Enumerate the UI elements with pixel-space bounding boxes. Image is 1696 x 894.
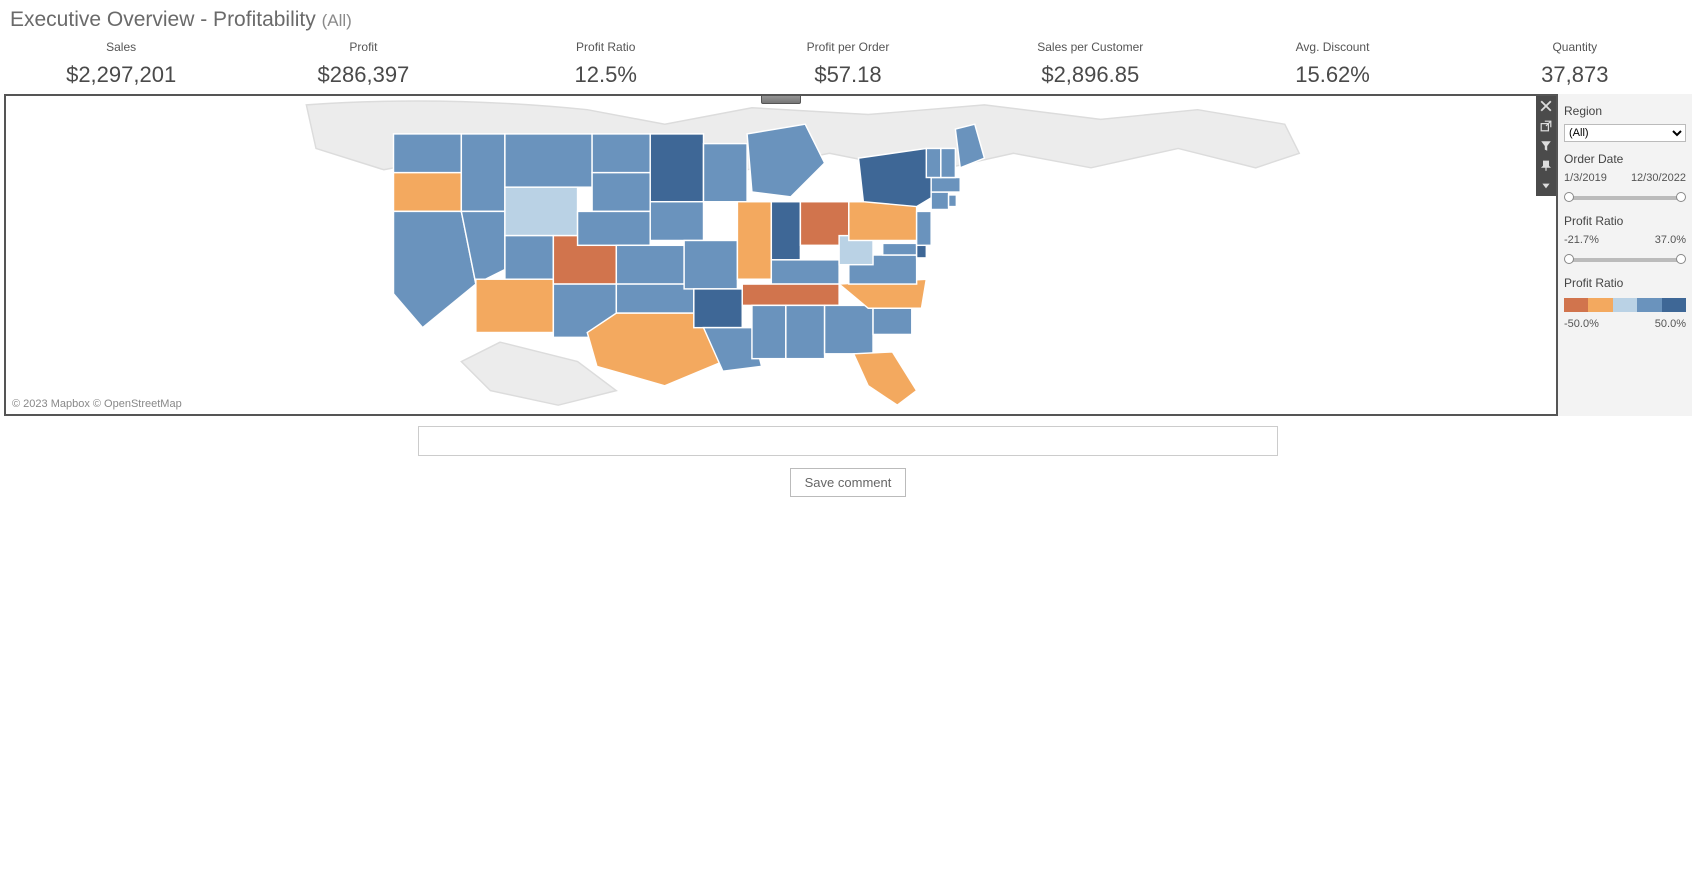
kpi-label: Profit Ratio [485,40,727,54]
state-ks [616,245,684,284]
region-select[interactable]: (All) [1564,124,1686,142]
state-pa [849,202,917,241]
state-ms [752,305,786,358]
map-attribution: © 2023 Mapbox © OpenStreetMap [12,398,182,410]
kpi-value: $2,896.85 [969,62,1211,88]
kpi-profit-ratio[interactable]: Profit Ratio 12.5% [485,40,727,88]
state-ky [771,260,839,284]
state-ga [825,305,873,353]
order-date-start: 1/3/2019 [1564,172,1607,184]
legend-max: 50.0% [1655,318,1686,330]
kpi-value: 15.62% [1211,62,1453,88]
profit-ratio-title: Profit Ratio [1564,214,1686,228]
state-ct [931,192,948,209]
slider-knob-left[interactable] [1564,254,1574,264]
state-ma [931,178,960,193]
state-id [461,134,505,212]
state-vt [926,148,941,177]
title-main: Executive Overview - Profitability [10,8,316,31]
state-fl [854,352,917,405]
state-il [737,202,771,280]
kpi-value: 12.5% [485,62,727,88]
legend-title: Profit Ratio [1564,276,1686,290]
state-sd [592,173,650,212]
state-in [771,202,800,260]
state-ca [394,211,476,327]
kpi-sales-per-customer[interactable]: Sales per Customer $2,896.85 [969,40,1211,88]
drag-handle[interactable] [761,94,801,104]
color-legend [1564,298,1686,312]
pin-icon[interactable] [1536,156,1556,176]
kpi-label: Sales [0,40,242,54]
save-comment-button[interactable]: Save comment [790,468,907,497]
us-map[interactable] [231,100,1331,410]
filter-icon[interactable] [1536,136,1556,156]
map-container[interactable]: © 2023 Mapbox © OpenStreetMap [4,94,1558,416]
order-date-title: Order Date [1564,152,1686,166]
kpi-avg-discount[interactable]: Avg. Discount 15.62% [1211,40,1453,88]
kpi-label: Avg. Discount [1211,40,1453,54]
map-toolbar [1536,96,1556,196]
state-nh [941,148,956,177]
state-mt [505,134,592,187]
slider-knob-left[interactable] [1564,192,1574,202]
kpi-quantity[interactable]: Quantity 37,873 [1454,40,1696,88]
filters-panel: Region (All) Order Date 1/3/2019 12/30/2… [1558,94,1692,416]
kpi-label: Profit per Order [727,40,969,54]
kpi-profit[interactable]: Profit $286,397 [242,40,484,88]
state-nd [592,134,650,173]
state-md [883,243,917,255]
state-mo [684,240,737,288]
state-al [786,305,825,358]
order-date-slider[interactable] [1568,196,1682,200]
kpi-value: $57.18 [727,62,969,88]
kpi-value: 37,873 [1454,62,1696,88]
open-external-icon[interactable] [1536,116,1556,136]
state-mn [650,134,703,202]
state-nj [917,211,932,245]
kpi-label: Quantity [1454,40,1696,54]
kpi-sales[interactable]: Sales $2,297,201 [0,40,242,88]
legend-min: -50.0% [1564,318,1599,330]
state-sc [873,305,912,334]
kpi-row: Sales $2,297,201 Profit $286,397 Profit … [0,40,1696,94]
title-suffix: (All) [322,11,352,30]
slider-knob-right[interactable] [1676,254,1686,264]
comment-input[interactable] [418,426,1278,456]
kpi-value: $286,397 [242,62,484,88]
state-wi [704,144,748,202]
region-filter-title: Region [1564,104,1686,118]
kpi-label: Sales per Customer [969,40,1211,54]
state-ok [616,284,694,313]
profit-ratio-min: -21.7% [1564,234,1599,246]
state-az [476,279,554,332]
comment-area: Save comment [0,426,1696,497]
state-tn [742,284,839,305]
state-ne [578,211,651,245]
state-wy [505,187,578,235]
state-or [394,173,462,212]
profit-ratio-slider[interactable] [1568,258,1682,262]
state-ar [694,289,742,328]
slider-knob-right[interactable] [1676,192,1686,202]
kpi-label: Profit [242,40,484,54]
state-wa [394,134,462,173]
profit-ratio-max: 37.0% [1655,234,1686,246]
page-title: Executive Overview - Profitability (All) [0,0,1696,40]
kpi-profit-per-order[interactable]: Profit per Order $57.18 [727,40,969,88]
state-ut [505,236,553,280]
close-icon[interactable] [1536,96,1556,116]
chevron-down-icon[interactable] [1536,176,1556,196]
state-ia [650,202,703,241]
kpi-value: $2,297,201 [0,62,242,88]
state-ri [949,195,957,207]
order-date-end: 12/30/2022 [1631,172,1686,184]
